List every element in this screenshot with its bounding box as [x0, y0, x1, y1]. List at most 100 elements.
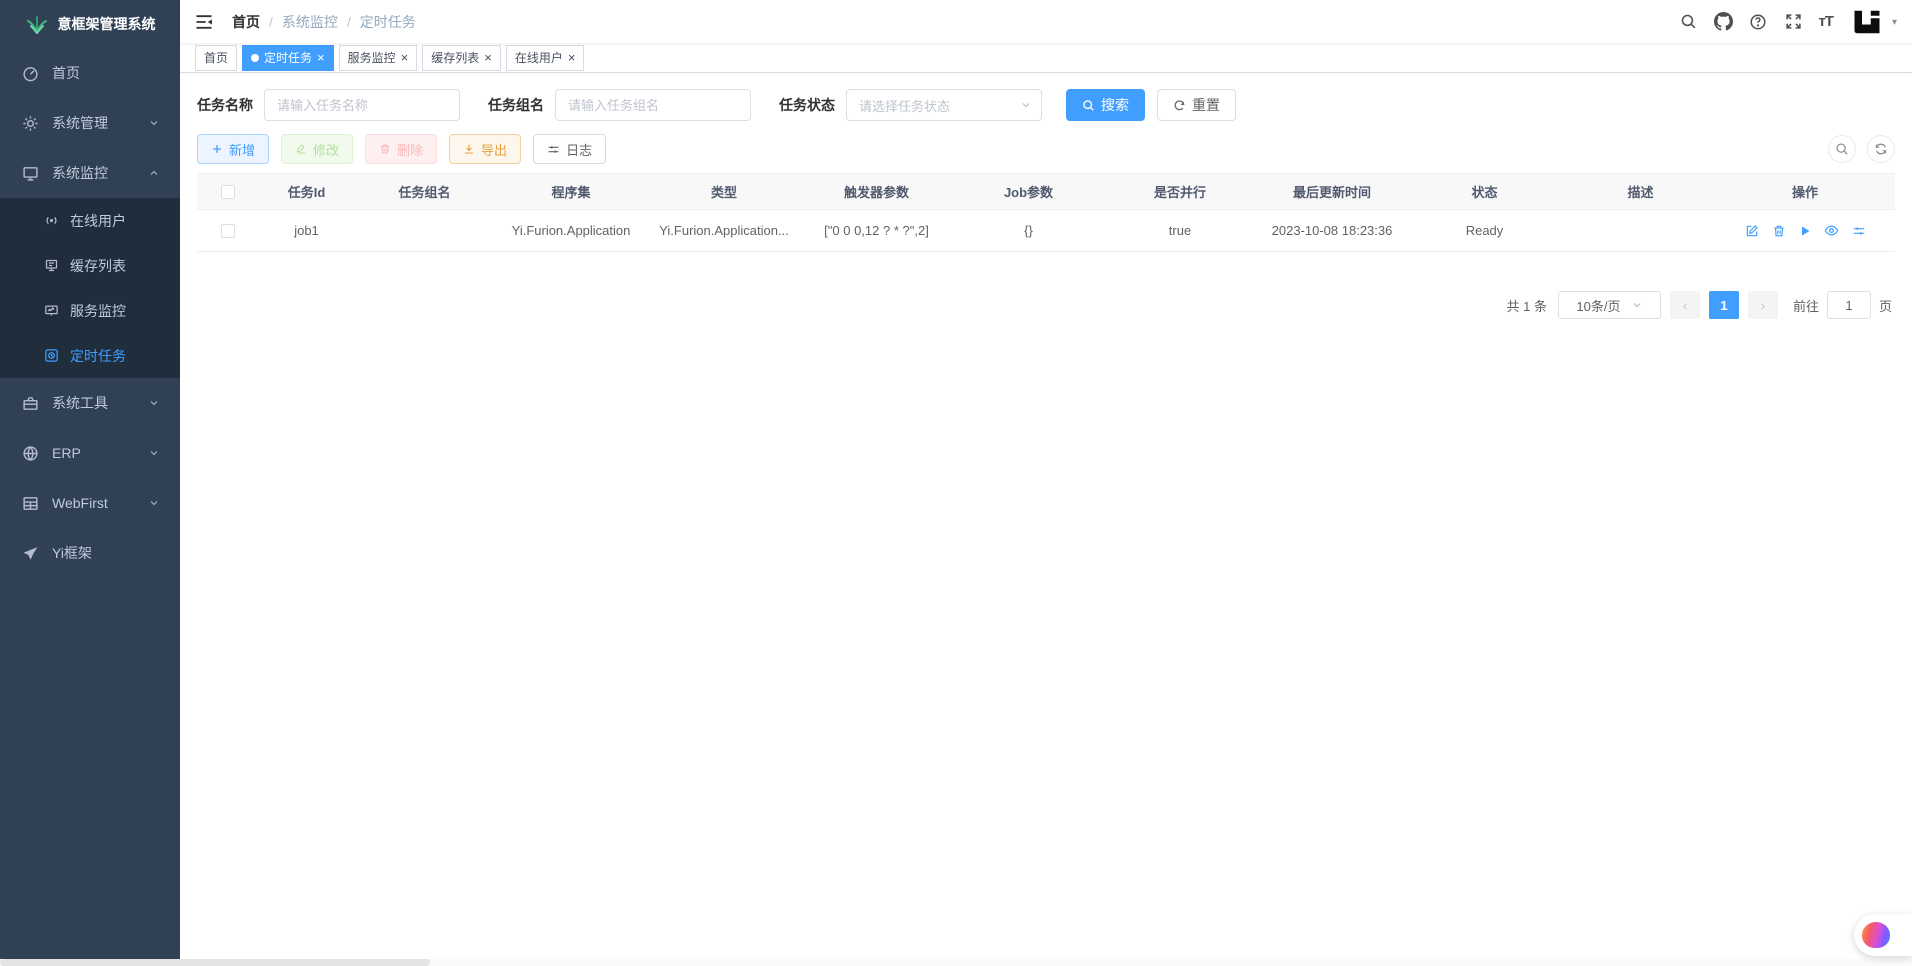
sidebar-item-system-monitor[interactable]: 系统监控 [0, 148, 180, 198]
sidebar-item-online-users[interactable]: 在线用户 [0, 198, 180, 243]
col-assembly: 程序集 [494, 182, 648, 201]
fullscreen-icon[interactable] [1783, 12, 1803, 32]
search-button[interactable]: 搜索 [1066, 89, 1145, 121]
prev-page-button[interactable]: ‹ [1670, 291, 1700, 319]
sidebar-item-system-tools[interactable]: 系统工具 [0, 378, 180, 428]
export-button[interactable]: 导出 [449, 134, 521, 164]
help-icon[interactable] [1748, 12, 1768, 32]
task-group-label: 任务组名 [488, 95, 544, 115]
breadcrumb-separator: / [347, 14, 351, 30]
search-icon[interactable] [1678, 12, 1698, 32]
scheduled-tasks-icon [44, 348, 59, 363]
row-run-icon[interactable] [1799, 225, 1811, 237]
chevron-up-icon [148, 167, 160, 179]
sidebar-item-yi-framework[interactable]: Yi框架 [0, 528, 180, 578]
download-icon [463, 143, 475, 155]
task-status-label: 任务状态 [779, 95, 835, 115]
active-dot-icon [251, 54, 259, 62]
reset-button[interactable]: 重置 [1157, 89, 1236, 121]
sidebar-item-webfirst[interactable]: WebFirst [0, 478, 180, 528]
tag-online-users[interactable]: 在线用户 × [506, 45, 585, 71]
breadcrumb-home[interactable]: 首页 [232, 12, 260, 32]
top-navbar: 首页 / 系统监控 / 定时任务 [180, 0, 1912, 43]
search-button-label: 搜索 [1101, 95, 1129, 115]
github-icon[interactable] [1713, 12, 1733, 32]
page-size-select[interactable]: 10条/页 [1558, 291, 1661, 319]
cell-job-params: {} [953, 223, 1104, 238]
task-status-field-group: 任务状态 请选择任务状态 [779, 89, 1042, 121]
user-menu-caret-icon[interactable]: ▾ [1892, 17, 1897, 37]
sidebar: 意框架管理系统 首页 系统管理 [0, 0, 180, 966]
cell-type: Yi.Furion.Application... [648, 223, 800, 238]
goto-page-input[interactable] [1827, 291, 1871, 319]
online-users-icon [44, 213, 59, 228]
row-checkbox[interactable] [221, 224, 235, 238]
sidebar-item-scheduled-tasks[interactable]: 定时任务 [0, 333, 180, 378]
assistant-widget[interactable] [1854, 914, 1912, 956]
font-size-icon[interactable]: тT [1818, 13, 1833, 30]
refresh-table-icon[interactable] [1867, 135, 1895, 163]
task-name-input[interactable] [264, 89, 460, 121]
sidebar-item-erp[interactable]: ERP [0, 428, 180, 478]
goto-unit-label: 页 [1879, 296, 1892, 315]
col-concurrent: 是否并行 [1104, 182, 1256, 201]
sidebar-item-label: 在线用户 [70, 211, 160, 231]
app-root: 意框架管理系统 首页 系统管理 [0, 0, 1912, 966]
edit-icon [295, 143, 307, 155]
scrollbar-thumb[interactable] [0, 959, 430, 966]
avatar[interactable] [1852, 6, 1883, 37]
delete-button[interactable]: 删除 [365, 134, 437, 164]
app-logo: 意框架管理系统 [0, 0, 180, 48]
cell-updated-at: 2023-10-08 18:23:36 [1256, 223, 1408, 238]
pagination-goto: 前往 页 [1793, 291, 1892, 319]
close-icon[interactable]: × [317, 51, 325, 64]
sidebar-item-label: WebFirst [52, 495, 148, 511]
grid-table-icon [22, 495, 39, 512]
row-edit-icon[interactable] [1745, 224, 1759, 238]
close-icon[interactable]: × [568, 51, 576, 64]
table-toolbar: 新增 修改 删除 导出 [197, 134, 1895, 164]
delete-button-label: 删除 [397, 140, 423, 159]
next-page-button[interactable]: › [1748, 291, 1778, 319]
sidebar-item-system-management[interactable]: 系统管理 [0, 98, 180, 148]
col-trigger-params: 触发器参数 [800, 182, 953, 201]
task-name-field-group: 任务名称 [197, 89, 460, 121]
row-select-cell [197, 224, 258, 238]
tag-cache-list[interactable]: 缓存列表 × [422, 45, 501, 71]
show-search-toggle-icon[interactable] [1828, 135, 1856, 163]
sidebar-item-label: 系统管理 [52, 113, 148, 133]
col-actions: 操作 [1720, 182, 1890, 201]
globe-icon [22, 445, 39, 462]
sidebar-item-label: 定时任务 [70, 346, 160, 366]
operation-icon [547, 143, 560, 156]
col-job-params: Job参数 [953, 182, 1104, 201]
sidebar-fold-icon[interactable] [194, 11, 216, 33]
cell-trigger-params: ["0 0 0,12 ? * ?",2] [800, 223, 953, 238]
edit-button-label: 修改 [313, 140, 339, 159]
log-button-label: 日志 [566, 140, 592, 159]
row-delete-icon[interactable] [1772, 224, 1786, 238]
add-button[interactable]: 新增 [197, 134, 269, 164]
tag-service-monitor[interactable]: 服务监控 × [339, 45, 418, 71]
close-icon[interactable]: × [401, 51, 409, 64]
task-group-input[interactable] [555, 89, 751, 121]
close-icon[interactable]: × [484, 51, 492, 64]
leaf-logo-icon [25, 14, 49, 34]
log-button[interactable]: 日志 [533, 134, 606, 164]
row-log-icon[interactable] [1852, 224, 1866, 238]
task-status-select[interactable]: 请选择任务状态 [846, 89, 1042, 121]
paper-plane-icon [22, 545, 39, 562]
page-1-button[interactable]: 1 [1709, 291, 1739, 319]
tag-scheduled-tasks[interactable]: 定时任务 × [242, 45, 334, 71]
sidebar-item-service-monitor[interactable]: 服务监控 [0, 288, 180, 333]
select-all-checkbox[interactable] [221, 185, 235, 199]
chevron-down-icon [1020, 99, 1032, 111]
sidebar-item-cache-list[interactable]: 缓存列表 [0, 243, 180, 288]
tag-home[interactable]: 首页 [195, 45, 237, 71]
row-view-icon[interactable] [1824, 223, 1839, 238]
sidebar-item-label: 缓存列表 [70, 256, 160, 276]
edit-button[interactable]: 修改 [281, 134, 353, 164]
sidebar-item-home[interactable]: 首页 [0, 48, 180, 98]
gear-icon [22, 115, 39, 132]
horizontal-scrollbar[interactable] [0, 959, 1912, 966]
